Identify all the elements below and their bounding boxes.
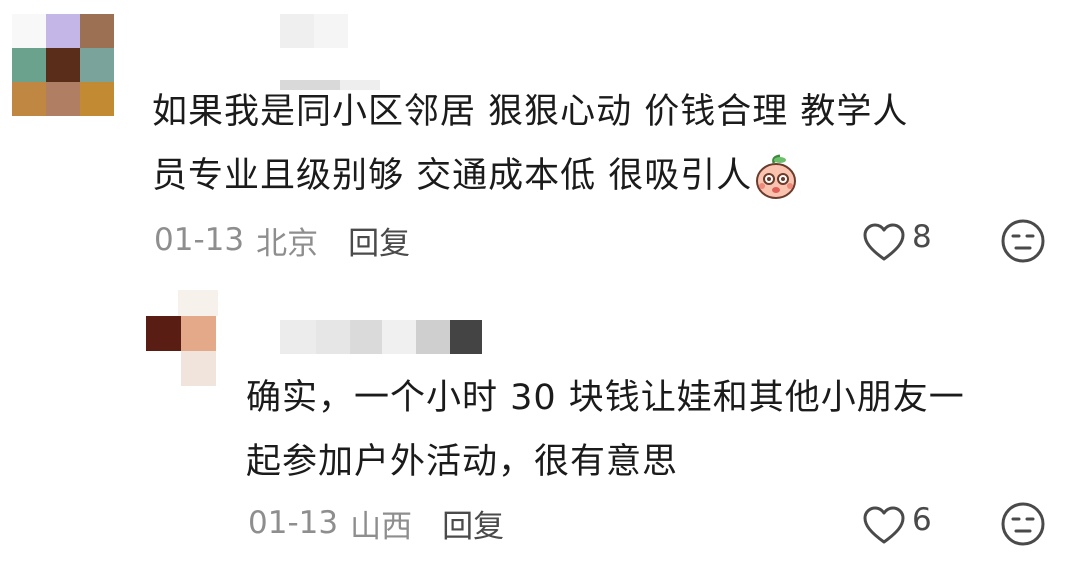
reply-like-button[interactable]: 6: [862, 502, 932, 547]
reply-line-1: 确实，一个小时 30 块钱让娃和其他小朋友一: [246, 378, 965, 418]
comment-date: 01-13: [154, 222, 245, 258]
comment-line-1: 如果我是同小区邻居 狠狠心动 价钱合理 教学人: [152, 92, 909, 132]
reply-dislike-button[interactable]: [1000, 501, 1046, 547]
reply-username[interactable]: [280, 320, 482, 354]
comment-location: 北京: [256, 225, 319, 262]
heart-outline-icon: [862, 505, 906, 545]
like-count: 8: [912, 219, 932, 255]
comment-meta: 01-13 北京 回复: [154, 218, 410, 263]
comment-line-2: 员专业且级别够 交通成本低 很吸引人: [152, 144, 908, 208]
reply-meta: 01-13 山西 回复: [248, 501, 504, 546]
reply-line-2: 起参加户外活动，很有意思: [246, 442, 679, 482]
reply-avatar[interactable]: [146, 316, 216, 386]
reply-button[interactable]: 回复: [348, 218, 410, 263]
like-button[interactable]: 8: [862, 219, 932, 264]
heart-outline-icon: [862, 222, 906, 262]
comment-text: 如果我是同小区邻居 狠狠心动 价钱合理 教学人 员专业且级别够 交通成本低 很吸…: [152, 80, 908, 208]
avatar[interactable]: [12, 14, 114, 116]
avatar-halo: [178, 290, 218, 316]
username[interactable]: [280, 14, 348, 48]
reply-reply-button[interactable]: 回复: [442, 501, 504, 546]
reply-text: 确实，一个小时 30 块钱让娃和其他小朋友一 起参加户外活动，很有意思: [246, 366, 965, 494]
neutral-face-icon: [1000, 218, 1046, 264]
reply-like-count: 6: [912, 502, 932, 538]
peach-face-emoji: [752, 153, 800, 201]
dislike-button[interactable]: [1000, 218, 1046, 264]
neutral-face-icon: [1000, 501, 1046, 547]
reply-date: 01-13: [248, 505, 339, 541]
reply-location: 山西: [350, 508, 413, 545]
